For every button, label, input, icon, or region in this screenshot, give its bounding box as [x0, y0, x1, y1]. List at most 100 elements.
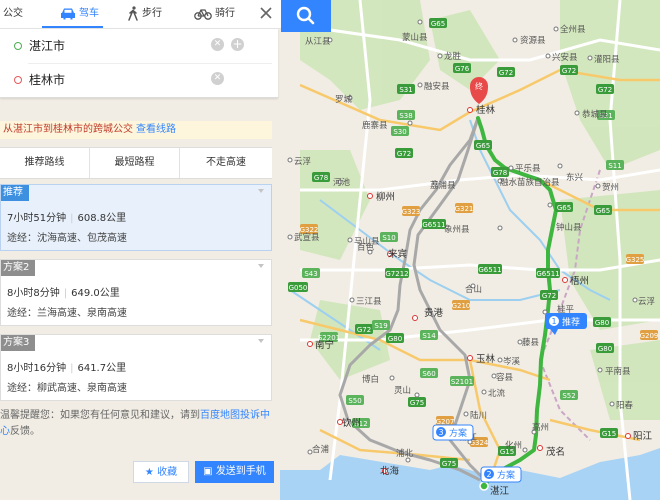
highway-shield: G80	[386, 333, 404, 343]
add-waypoint-icon[interactable]: +	[231, 38, 244, 51]
tab-drive[interactable]: 驾车	[42, 0, 103, 28]
svg-text:S19: S19	[374, 322, 387, 330]
highway-shield: G65	[474, 140, 492, 150]
route-plan-card[interactable]: 方案3 8小时16分钟 | 641.7公里 途经：柳武高速、泉南高速	[0, 334, 272, 401]
svg-text:灵山: 灵山	[394, 385, 411, 396]
svg-text:G6511: G6511	[478, 266, 501, 274]
city-label: 合山	[465, 283, 482, 295]
svg-text:陆川: 陆川	[470, 410, 487, 421]
svg-text:3: 3	[438, 428, 443, 437]
province-road-shield: S11	[606, 160, 624, 170]
city-label: 钦州	[337, 417, 361, 429]
svg-text:方案: 方案	[449, 427, 467, 439]
city-label: 北海	[380, 465, 400, 477]
svg-text:合浦: 合浦	[312, 444, 330, 455]
svg-text:玉林: 玉林	[476, 353, 496, 365]
svg-text:岑溪: 岑溪	[503, 356, 521, 367]
end-location[interactable]: 桂林市	[29, 71, 65, 88]
route-inputs: 湛江市 ✕ + 桂林市 ✕	[0, 29, 278, 98]
end-field[interactable]: 桂林市 ✕	[0, 63, 278, 96]
svg-text:云浮: 云浮	[294, 156, 311, 167]
tab-shortest[interactable]: 最短路程	[90, 148, 180, 178]
walk-icon	[128, 5, 138, 21]
svg-text:G209: G209	[640, 332, 659, 340]
highway-shield: G7212	[385, 268, 409, 278]
city-label: 河池	[333, 177, 351, 188]
svg-text:博白: 博白	[362, 374, 379, 385]
svg-text:罗城: 罗城	[335, 95, 353, 105]
send-to-phone-button[interactable]: ▣ 发送到手机	[195, 461, 274, 483]
start-dot-icon	[14, 42, 22, 50]
chevron-down-icon[interactable]	[258, 189, 264, 193]
highway-shield: G72	[395, 148, 413, 158]
province-road-shield: S43	[302, 268, 320, 278]
origin-marker[interactable]	[479, 481, 489, 491]
svg-text:河池: 河池	[333, 177, 351, 188]
svg-text:G75: G75	[442, 460, 456, 468]
start-field[interactable]: 湛江市 ✕ +	[0, 29, 278, 62]
svg-text:G72: G72	[598, 86, 612, 94]
plan-badge: 方案2	[1, 260, 36, 276]
tab-walk[interactable]: 步行	[127, 0, 162, 28]
national-road-shield: G210	[452, 300, 470, 310]
route-tag-plan2[interactable]: 2 方案	[480, 466, 522, 483]
city-label: 容县	[491, 372, 514, 383]
tab-bus[interactable]: 公交	[0, 0, 23, 28]
car-icon	[61, 8, 75, 19]
feedback-note: 温馨提醒您：如果您有任何意见和建议，请到百度地图投诉中心反馈。	[0, 408, 276, 440]
search-button[interactable]	[281, 0, 331, 32]
close-icon[interactable]	[258, 5, 274, 21]
highway-shield: S31	[397, 84, 415, 94]
svg-text:阳春: 阳春	[616, 400, 634, 411]
clear-start-icon[interactable]: ✕	[211, 38, 224, 51]
svg-text:S60: S60	[422, 370, 435, 378]
svg-text:茂名: 茂名	[546, 446, 565, 458]
svg-text:鹿寨县: 鹿寨县	[362, 120, 388, 131]
tab-bike[interactable]: 骑行	[194, 0, 235, 28]
svg-text:G78: G78	[493, 169, 507, 177]
svg-text:G72: G72	[397, 150, 411, 158]
tab-bus-label: 公交	[3, 8, 23, 19]
tab-recommended[interactable]: 推荐路线	[0, 148, 90, 178]
route-plan-card[interactable]: 推荐 7小时51分钟 | 608.8公里 途经：沈海高速、包茂高速	[0, 184, 272, 251]
chevron-down-icon[interactable]	[258, 339, 264, 343]
route-preference-tabs: 推荐路线 最短路程 不走高速	[0, 147, 272, 179]
feedback-prefix: 温馨提醒您：如果您有任何意见和建议，请到	[0, 410, 200, 421]
svg-text:G65: G65	[431, 20, 445, 28]
svg-text:S52: S52	[562, 392, 575, 400]
svg-text:恭城县: 恭城县	[582, 110, 608, 120]
svg-text:柳州: 柳州	[376, 191, 395, 203]
city-label: 来宾	[387, 248, 407, 260]
plan-time: 8小时8分钟	[7, 288, 60, 299]
svg-text:S38: S38	[399, 112, 412, 120]
travel-mode-tabs: 公交 驾车 步行 骑行	[0, 0, 281, 29]
favorite-label: 收藏	[157, 467, 178, 478]
svg-text:灌阳县: 灌阳县	[594, 54, 620, 65]
clear-end-icon[interactable]: ✕	[211, 72, 224, 85]
city-label: 罗城	[335, 95, 353, 105]
tab-no-highway[interactable]: 不走高速	[180, 148, 272, 178]
tab-bike-label: 骑行	[215, 8, 235, 19]
highway-shield: G72	[596, 84, 614, 94]
highway-shield: G72	[560, 65, 578, 75]
svg-text:S50: S50	[348, 397, 361, 405]
star-icon: ★	[144, 467, 154, 478]
svg-text:三江县: 三江县	[356, 297, 382, 307]
chevron-down-icon[interactable]	[258, 264, 264, 268]
svg-text:武宣县: 武宣县	[294, 232, 320, 243]
favorite-button[interactable]: ★ 收藏	[133, 461, 189, 483]
svg-text:象州县: 象州县	[444, 224, 470, 235]
svg-text:S43: S43	[304, 270, 317, 278]
start-location[interactable]: 湛江市	[29, 37, 65, 54]
svg-text:融安县: 融安县	[424, 81, 450, 92]
svg-text:桂林: 桂林	[476, 104, 496, 116]
svg-text:S14: S14	[422, 332, 436, 340]
svg-text:来宾: 来宾	[388, 248, 407, 260]
svg-text:钦州: 钦州	[342, 417, 361, 429]
highway-shield: G80	[593, 317, 611, 327]
view-bus-lines-link[interactable]: 查看线路	[136, 124, 176, 135]
plan-summary: 8小时16分钟 | 641.7公里	[7, 363, 127, 374]
route-tag-plan3[interactable]: 3 方案	[432, 424, 474, 441]
route-plan-card[interactable]: 方案2 8小时8分钟 | 649.0公里 途经：兰海高速、泉南高速	[0, 259, 272, 326]
tab-walk-label: 步行	[142, 8, 162, 19]
